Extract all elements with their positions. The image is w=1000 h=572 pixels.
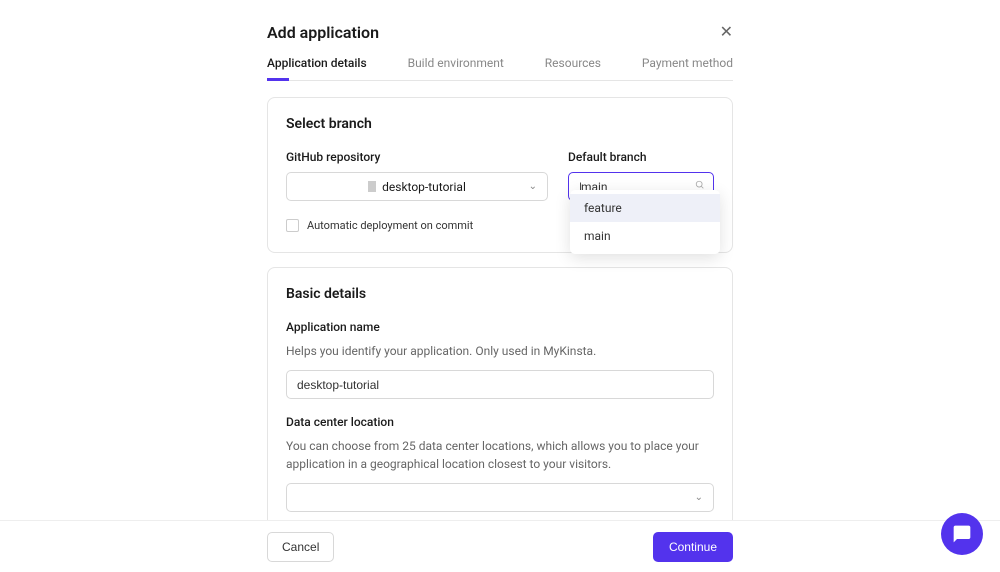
repo-select[interactable]: desktop-tutorial ⌄ xyxy=(286,172,548,201)
repo-value: desktop-tutorial xyxy=(382,180,466,194)
branch-label: Default branch xyxy=(568,150,714,164)
repo-icon xyxy=(368,181,376,192)
modal-title: Add application xyxy=(267,23,379,42)
tab-resources[interactable]: Resources xyxy=(545,56,601,80)
chevron-down-icon: ⌄ xyxy=(695,492,703,503)
footer-bar: Cancel Continue xyxy=(0,520,1000,572)
location-select[interactable]: ⌄ xyxy=(286,483,714,512)
branch-dropdown: feature main xyxy=(570,190,720,254)
basic-details-title: Basic details xyxy=(286,286,714,302)
location-desc: You can choose from 25 data center locat… xyxy=(286,437,714,473)
branch-option-main[interactable]: main xyxy=(570,222,720,250)
cancel-button[interactable]: Cancel xyxy=(267,532,334,562)
select-branch-title: Select branch xyxy=(286,116,714,132)
tab-application-details[interactable]: Application details xyxy=(267,56,367,80)
app-name-label: Application name xyxy=(286,320,714,334)
auto-deploy-checkbox[interactable] xyxy=(286,219,299,232)
location-label: Data center location xyxy=(286,415,714,429)
tab-build-environment[interactable]: Build environment xyxy=(408,56,504,80)
chat-fab[interactable] xyxy=(941,513,983,555)
close-button[interactable]: ✕ xyxy=(720,22,733,42)
app-name-desc: Helps you identify your application. Onl… xyxy=(286,342,714,360)
basic-details-card: Basic details Application name Helps you… xyxy=(267,267,733,533)
auto-deploy-label: Automatic deployment on commit xyxy=(307,219,473,232)
continue-button[interactable]: Continue xyxy=(653,532,733,562)
chat-icon xyxy=(952,524,972,544)
branch-option-feature[interactable]: feature xyxy=(570,194,720,222)
tab-payment-method[interactable]: Payment method xyxy=(642,56,733,80)
app-name-input[interactable] xyxy=(286,370,714,399)
repo-label: GitHub repository xyxy=(286,150,548,164)
tabs-bar: Application details Build environment Re… xyxy=(267,56,733,81)
close-icon: ✕ xyxy=(720,24,733,41)
chevron-down-icon: ⌄ xyxy=(529,181,537,192)
